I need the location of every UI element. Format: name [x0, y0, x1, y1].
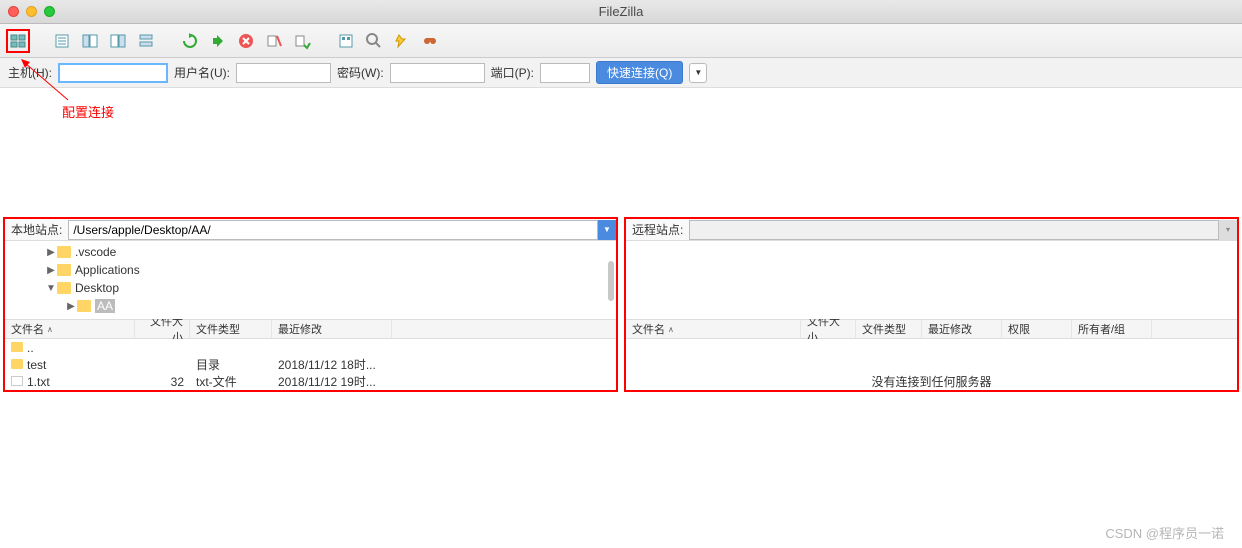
site-manager-button[interactable]	[6, 29, 30, 53]
traffic-lights	[8, 6, 55, 17]
tree-item[interactable]: ▼ Desktop	[5, 279, 616, 297]
local-file-header: 文件名∧ 文件大小 文件类型 最近修改	[5, 319, 616, 339]
local-site-combo[interactable]: ▼	[68, 220, 616, 240]
folder-icon	[11, 342, 23, 352]
remote-site-dropdown: ▾	[1219, 220, 1237, 240]
rcol-owner[interactable]: 所有者/组	[1072, 320, 1152, 338]
rcol-filename[interactable]: 文件名∧	[626, 320, 801, 338]
expander-icon[interactable]: ▼	[45, 283, 57, 294]
quickconnect-button[interactable]: 快速连接(Q)	[596, 61, 683, 84]
tree-item-label: Desktop	[75, 281, 119, 295]
col-filetype[interactable]: 文件类型	[190, 320, 272, 338]
local-site-input[interactable]	[68, 220, 598, 240]
remote-site-label: 远程站点:	[626, 221, 689, 238]
local-site-label: 本地站点:	[5, 221, 68, 238]
col-modified[interactable]: 最近修改	[272, 320, 392, 338]
col-filesize[interactable]: 文件大小	[135, 320, 190, 338]
remote-empty-message: 没有连接到任何服务器	[626, 339, 1237, 390]
folder-icon	[11, 359, 23, 369]
toggle-log-button[interactable]	[50, 29, 74, 53]
remote-file-header: 文件名∧ 文件大小 文件类型 最近修改 权限 所有者/组	[626, 319, 1237, 339]
file-row[interactable]: ..	[5, 339, 616, 356]
folder-icon	[57, 246, 71, 258]
port-label: 端口(P):	[491, 64, 534, 81]
tree-scrollbar[interactable]	[608, 261, 614, 301]
local-file-list[interactable]: ..test目录2018/11/12 18时...1.txt32txt-文件20…	[5, 339, 616, 390]
tree-item[interactable]: ▶ Applications	[5, 261, 616, 279]
rcol-permissions[interactable]: 权限	[1002, 320, 1072, 338]
remote-file-list[interactable]: 没有连接到任何服务器 远程主机目录信息	[626, 339, 1237, 390]
remote-site-row: 远程站点: ▾	[626, 219, 1237, 241]
file-icon	[11, 376, 23, 386]
file-row[interactable]: 1.txt32txt-文件2018/11/12 19时...	[5, 373, 616, 390]
quickconnect-bar: 主机(H): 用户名(U): 密码(W): 端口(P): 快速连接(Q) ▼	[0, 58, 1242, 88]
window-titlebar: FileZilla	[0, 0, 1242, 24]
remote-directory-tree[interactable]	[626, 241, 1237, 319]
main-toolbar	[0, 24, 1242, 58]
compare-button[interactable]	[362, 29, 386, 53]
tree-item-label: AA	[95, 299, 115, 313]
filter-button[interactable]	[334, 29, 358, 53]
cancel-button[interactable]	[234, 29, 258, 53]
quickconnect-history-dropdown[interactable]: ▼	[689, 63, 707, 83]
expander-icon[interactable]: ▶	[45, 265, 57, 276]
panels-row: 本地站点: ▼ ▶ .vscode ▶ Applications ▼ Desktop ▶ AA…	[0, 217, 1242, 392]
toggle-queue-button[interactable]	[134, 29, 158, 53]
sync-browse-button[interactable]	[390, 29, 414, 53]
process-queue-button[interactable]	[206, 29, 230, 53]
message-log[interactable]	[0, 88, 1242, 217]
maximize-window-button[interactable]	[44, 6, 55, 17]
file-row[interactable]: test目录2018/11/12 18时...	[5, 356, 616, 373]
username-label: 用户名(U):	[174, 64, 230, 81]
username-input[interactable]	[236, 63, 331, 83]
password-input[interactable]	[390, 63, 485, 83]
remote-site-input	[689, 220, 1219, 240]
expander-icon[interactable]: ▶	[65, 301, 77, 312]
local-directory-tree[interactable]: ▶ .vscode ▶ Applications ▼ Desktop ▶ AA	[5, 241, 616, 319]
toggle-local-tree-button[interactable]	[78, 29, 102, 53]
toggle-remote-tree-button[interactable]	[106, 29, 130, 53]
local-panel: 本地站点: ▼ ▶ .vscode ▶ Applications ▼ Desktop ▶ AA…	[3, 217, 618, 392]
host-input[interactable]	[58, 63, 168, 83]
port-input[interactable]	[540, 63, 590, 83]
col-filename[interactable]: 文件名∧	[5, 320, 135, 338]
host-label: 主机(H):	[8, 64, 52, 81]
local-site-row: 本地站点: ▼	[5, 219, 616, 241]
refresh-button[interactable]	[178, 29, 202, 53]
folder-icon	[57, 264, 71, 276]
watermark: CSDN @程序员一诺	[1105, 523, 1224, 542]
rcol-filetype[interactable]: 文件类型	[856, 320, 922, 338]
rcol-modified[interactable]: 最近修改	[922, 320, 1002, 338]
folder-icon	[77, 300, 91, 312]
minimize-window-button[interactable]	[26, 6, 37, 17]
reconnect-button[interactable]	[290, 29, 314, 53]
tree-item-label: Applications	[75, 263, 140, 277]
search-button[interactable]	[418, 29, 442, 53]
remote-panel: 远程站点: ▾ 文件名∧ 文件大小 文件类型 最近修改 权限 所有者/组 没有连…	[624, 217, 1239, 392]
close-window-button[interactable]	[8, 6, 19, 17]
password-label: 密码(W):	[337, 64, 384, 81]
window-title: FileZilla	[599, 4, 644, 19]
disconnect-button[interactable]	[262, 29, 286, 53]
expander-icon[interactable]: ▶	[45, 247, 57, 258]
tree-item-label: .vscode	[75, 245, 116, 259]
remote-site-combo: ▾	[689, 220, 1237, 240]
local-site-dropdown[interactable]: ▼	[598, 220, 616, 240]
tree-item[interactable]: ▶ AA	[5, 297, 616, 315]
rcol-filesize[interactable]: 文件大小	[801, 320, 856, 338]
folder-icon	[57, 282, 71, 294]
tree-item[interactable]: ▶ .vscode	[5, 243, 616, 261]
